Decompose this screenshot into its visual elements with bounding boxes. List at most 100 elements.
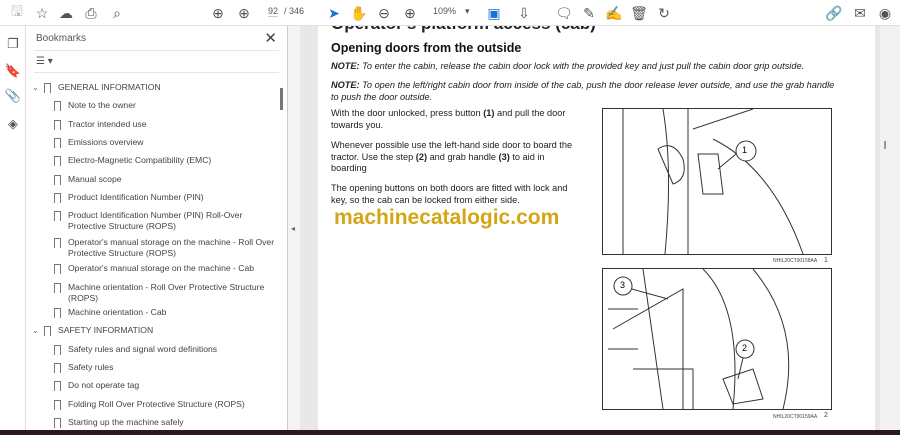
bookmark-item[interactable]: Emissions overview [54,137,278,148]
divider [34,72,279,73]
bookmark-label: Electro-Magnetic Compatibility (EMC) [68,155,212,165]
sign-icon[interactable]: ✍ [605,4,623,22]
bookmark-item[interactable]: Safety rules and signal word definitions [54,344,278,355]
scroll-thumb[interactable] [884,141,886,149]
bookmark-item[interactable]: Operator's manual storage on the machine… [54,263,278,274]
bookmark-label: Operator's manual storage on the machine… [68,263,255,273]
text: With the door unlocked, press button [331,108,484,118]
email-icon[interactable]: ✉ [851,4,869,22]
search-icon[interactable]: ⌕ [108,4,126,22]
collapse-arrow-icon[interactable]: ◂ [291,224,295,233]
expand-chevron-icon[interactable]: ⌄ [32,82,39,93]
bookmark-item[interactable]: Product Identification Number (PIN) Roll… [54,210,278,232]
zoom-out-icon[interactable]: ⊖ [375,4,393,22]
divider [34,50,279,51]
bookmark-icon [44,326,51,336]
figure-1-image: 1 [602,108,832,255]
panel-collapse-handle[interactable]: ◂ [288,26,300,430]
bookmark-icon [54,264,61,274]
delete-icon[interactable]: 🗑 [630,4,648,22]
bookmark-label: Do not operate tag [68,380,140,390]
pages-thumbnail-icon[interactable]: ❐ [4,36,22,54]
page-number-input[interactable]: 92 [268,6,279,17]
section-title: Operator's platform access (cab) [331,26,596,34]
bookmark-item[interactable]: Product Identification Number (PIN) [54,192,278,203]
zoom-level[interactable]: 109% [433,6,456,16]
page-total: / 346 [284,6,305,16]
bookmark-item[interactable]: ⌄ SAFETY INFORMATION [32,325,278,336]
figure-2-number: 2 [824,412,828,419]
bookmark-options-button[interactable]: ☰ ▾ [36,56,53,67]
paragraph-2: Whenever possible use the left-hand side… [331,140,581,175]
taskbar-strip [0,430,900,435]
bookmark-label: Manual scope [68,174,122,184]
bookmark-item[interactable]: Operator's manual storage on the machine… [54,237,278,259]
bookmark-icon [54,418,61,428]
page-down-icon[interactable]: ⊕ [235,4,253,22]
star-icon[interactable]: ☆ [33,4,51,22]
bookmark-item[interactable]: Tractor intended use [54,119,278,130]
bookmark-icon [54,120,61,130]
figure-2-image: 3 2 [602,268,832,410]
document-scrollbar[interactable] [880,26,900,430]
zoom-dropdown-icon[interactable]: ▾ [465,6,470,17]
scroll-mode-icon[interactable]: ⇩ [515,4,533,22]
bookmark-icon [54,400,61,410]
bookmark-label: Safety rules [68,362,114,372]
save-icon[interactable]: 🖫 [8,3,26,22]
bookmark-icon [44,83,51,93]
bookmark-icon [54,211,61,221]
bookmark-item[interactable]: Do not operate tag [54,380,278,391]
bookmark-item[interactable]: Machine orientation - Cab [54,307,278,318]
cab-door-illustration [622,108,804,255]
bookmark-icon [54,363,61,373]
callout-3: 3 [620,280,626,290]
bookmark-item[interactable]: Note to the owner [54,100,278,111]
bookmark-item[interactable]: Machine orientation - Roll Over Protecti… [54,282,278,304]
attachment-icon[interactable]: 📎 [4,88,22,106]
bookmark-item[interactable]: Manual scope [54,174,278,185]
bookmark-item[interactable]: Folding Roll Over Protective Structure (… [54,399,278,410]
page-up-icon[interactable]: ⊕ [209,4,227,22]
bookmark-item[interactable]: ⌄ GENERAL INFORMATION [32,82,278,93]
page-fit-icon[interactable]: ▣ [485,4,503,22]
bookmark-icon[interactable]: 🔖 [4,63,22,81]
figure-2-code: NHIL20CT00159AA [773,414,818,420]
bookmark-label: GENERAL INFORMATION [58,82,161,92]
callout-ref: (3) [498,151,510,162]
close-panel-button[interactable]: ✕ [264,29,277,47]
select-cursor-icon[interactable]: ➤ [325,4,343,22]
note-text: To open the left/right cabin door from i… [331,80,835,102]
panel-scrollbar[interactable] [280,88,283,110]
bookmarks-title: Bookmarks [36,33,87,44]
bookmark-label: Safety rules and signal word definitions [68,344,218,354]
account-icon[interactable]: ◉ [876,4,894,22]
bookmark-label: Operator's manual storage on the machine… [68,237,275,258]
document-viewer: Operator's platform access (cab) Opening… [300,26,880,430]
bookmark-icon [54,345,61,355]
expand-chevron-icon[interactable]: ⌄ [32,325,39,336]
bookmark-item[interactable]: Electro-Magnetic Compatibility (EMC) [54,155,278,166]
comment-icon[interactable]: 🗨 [555,4,573,22]
note-label: NOTE: [331,61,360,71]
bookmark-icon [54,156,61,166]
callout-ref: (1) [483,108,495,118]
layers-icon[interactable]: ◈ [4,116,22,134]
bookmark-icon [54,101,61,111]
rotate-icon[interactable]: ↻ [655,4,673,22]
watermark: machinecatalogic.com [334,206,560,229]
document-page: Operator's platform access (cab) Opening… [318,26,875,430]
bookmark-label: Note to the owner [68,100,136,110]
text: and grab handle [427,151,499,162]
bookmark-icon [54,193,61,203]
hand-icon[interactable]: ✋ [350,4,368,22]
print-icon[interactable]: ⎙ [82,4,100,22]
bookmark-icon [54,381,61,391]
cloud-upload-icon[interactable]: ☁ [57,4,75,22]
bookmark-icon [54,283,61,293]
bookmark-item[interactable]: Safety rules [54,362,278,373]
share-link-icon[interactable]: 🔗 [825,4,843,22]
highlight-pen-icon[interactable]: ✎ [580,4,598,22]
bookmark-item[interactable]: Starting up the machine safely [54,417,278,428]
zoom-in-icon[interactable]: ⊕ [401,4,419,22]
